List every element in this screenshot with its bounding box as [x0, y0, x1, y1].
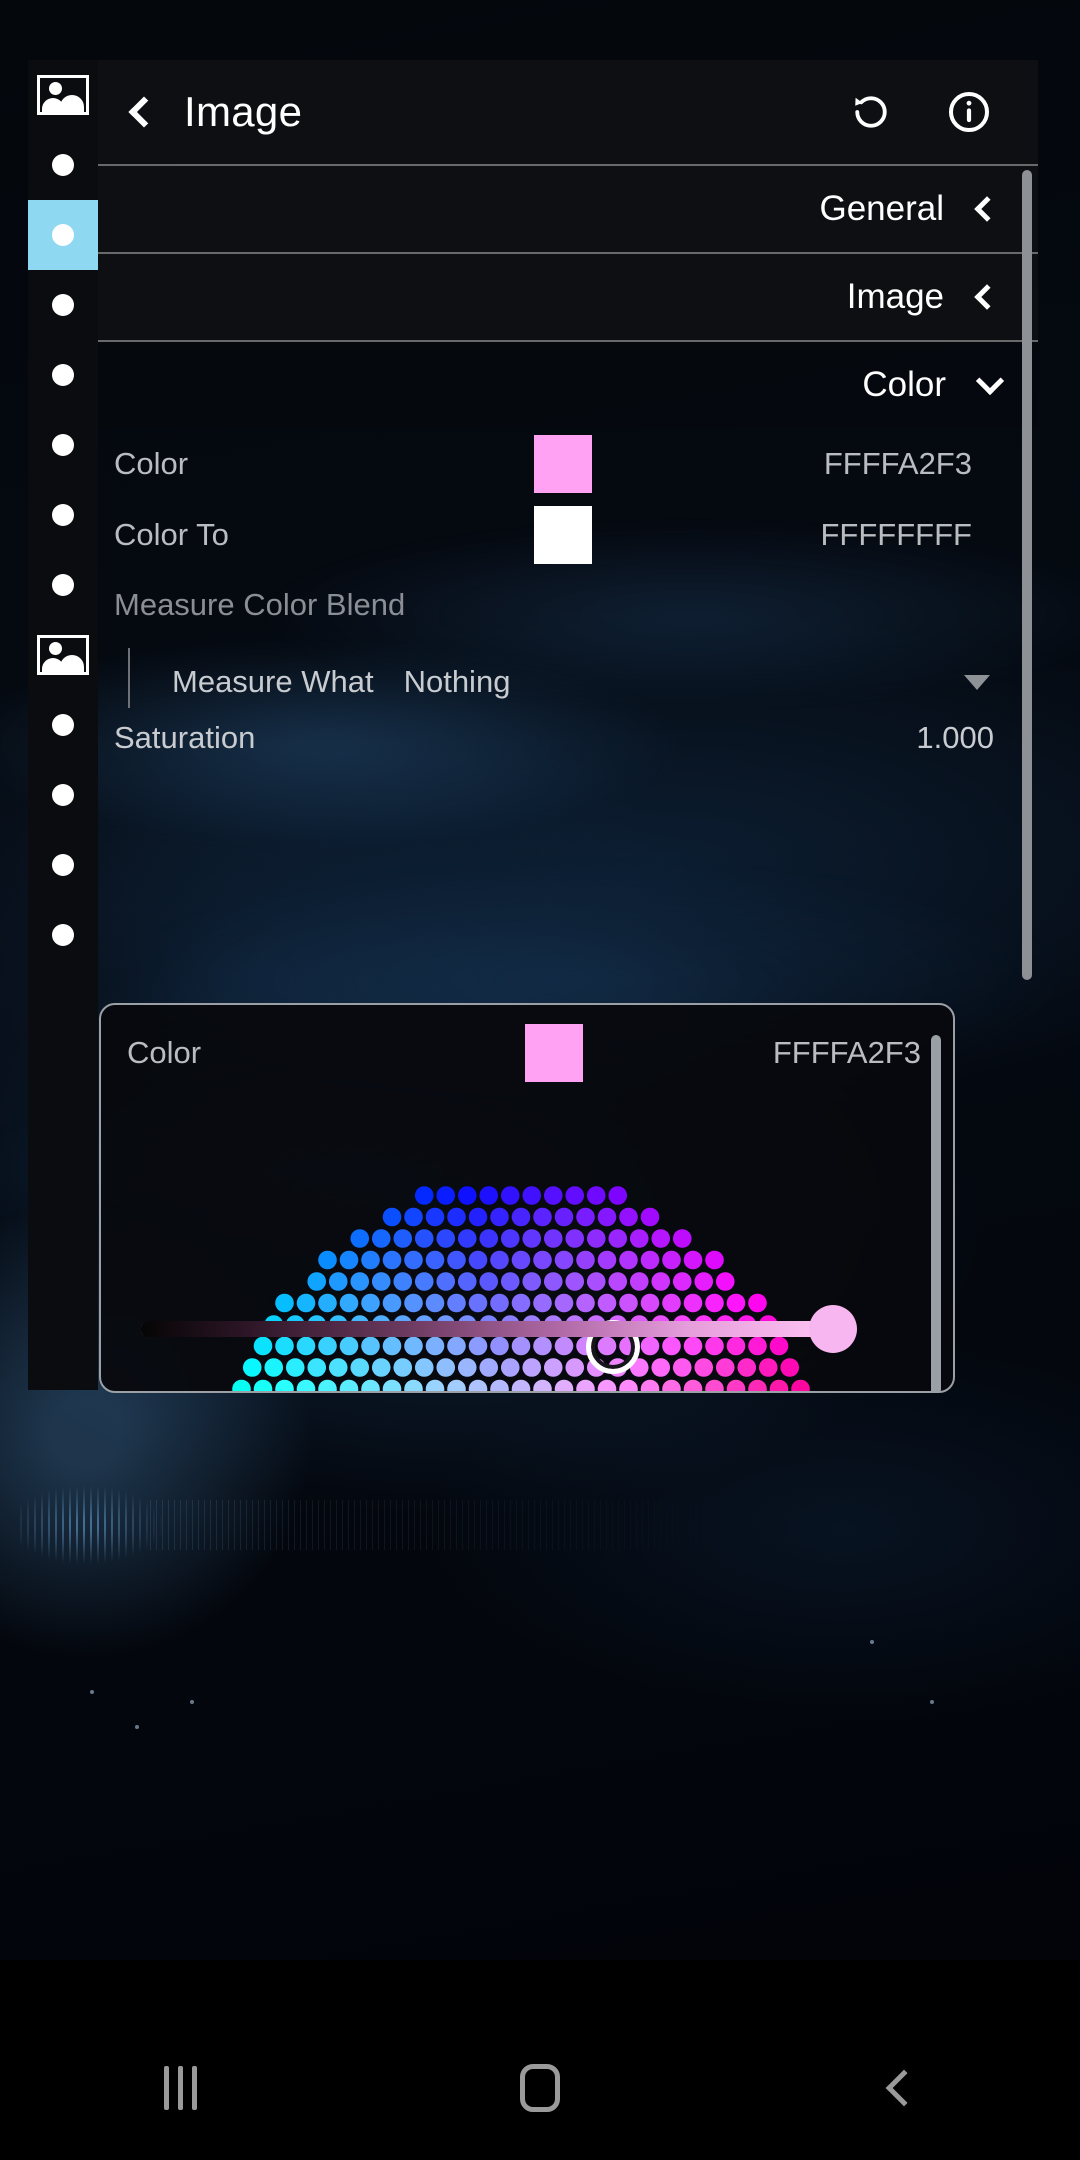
info-icon — [948, 91, 990, 133]
sidebar-item-image-top[interactable] — [28, 60, 98, 130]
home-button[interactable] — [360, 2015, 720, 2160]
sidebar-item-10[interactable] — [28, 830, 98, 900]
dot-icon — [52, 294, 74, 316]
color-hex-value: FFFFA2F3 — [823, 445, 972, 481]
chevron-down-icon — [975, 366, 1005, 396]
color-wheel[interactable] — [201, 1155, 841, 1391]
reset-button[interactable] — [848, 89, 894, 135]
row-label: Color To — [114, 516, 229, 552]
color-hex-value: FFFFFFFF — [820, 516, 973, 552]
wallpaper-star — [930, 1700, 934, 1704]
reset-icon — [855, 96, 887, 128]
dot-icon — [52, 434, 74, 456]
dot-icon — [52, 224, 74, 246]
color-swatch[interactable] — [534, 434, 592, 493]
dialog-color-hex: FFFFA2F3 — [772, 1035, 921, 1070]
dot-icon — [52, 364, 74, 386]
sidebar-item-3[interactable] — [28, 270, 98, 340]
measure-what-value: Nothing — [403, 664, 511, 699]
color-rows: Color FFFFA2F3 Color To FFFFFFFF Measure… — [98, 428, 1038, 768]
divider — [98, 252, 1038, 254]
sidebar-item-4[interactable] — [28, 340, 98, 410]
wallpaper-star — [90, 1690, 94, 1694]
wallpaper-star — [870, 1640, 874, 1644]
sidebar-item-5[interactable] — [28, 410, 98, 480]
dot-icon — [52, 784, 74, 806]
system-navigation-bar — [0, 2015, 1080, 2160]
row-clipped[interactable]: Saturation 1.000 — [98, 724, 1038, 768]
info-button[interactable] — [946, 89, 992, 135]
section-label: Image — [846, 277, 944, 316]
wallpaper-equalizer — [150, 1500, 850, 1550]
back-button-nav[interactable] — [720, 2015, 1080, 2160]
section-label: Color — [862, 365, 946, 404]
dot-icon — [52, 854, 74, 876]
divider — [98, 164, 1038, 166]
sidebar-item-1[interactable] — [28, 130, 98, 200]
measure-what-label: Measure What — [172, 664, 374, 699]
panel-header: Image — [98, 60, 1038, 164]
left-sidebar[interactable] — [28, 60, 98, 1390]
section-label: General — [819, 189, 944, 228]
row-measure-what[interactable]: Measure What Nothing — [98, 640, 1038, 724]
dot-icon — [52, 504, 74, 526]
section-header-general[interactable]: General — [98, 166, 1038, 252]
section-header-image[interactable]: Image — [98, 254, 1038, 340]
sidebar-item-11[interactable] — [28, 900, 98, 970]
image-icon — [37, 75, 89, 115]
chevron-left-icon — [974, 284, 1000, 310]
chevron-left-icon — [974, 196, 1000, 222]
panel-scrollbar[interactable] — [1022, 170, 1032, 980]
clipped-row-label: Saturation — [114, 724, 256, 755]
row-color[interactable]: Color FFFFA2F3 — [98, 428, 1038, 499]
caret-down-icon[interactable] — [964, 674, 990, 690]
sidebar-item-9[interactable] — [28, 760, 98, 830]
row-label: Color — [114, 445, 189, 481]
sidebar-item-8[interactable] — [28, 690, 98, 760]
sidebar-item-7[interactable] — [28, 550, 98, 620]
slider-thumb[interactable] — [809, 1305, 857, 1353]
home-icon — [520, 2063, 560, 2112]
dialog-color-swatch[interactable] — [525, 1024, 583, 1082]
chevron-left-icon — [128, 96, 160, 128]
page-title: Image — [184, 88, 303, 135]
slider-track[interactable] — [141, 1321, 841, 1337]
divider — [98, 340, 1038, 342]
dot-icon — [52, 154, 74, 176]
header-actions — [848, 89, 1038, 135]
settings-panel: Image General Image Color Color FFFFA2F3… — [98, 60, 1038, 990]
screen: Image General Image Color Color FFFFA2F3… — [0, 0, 1080, 2160]
back-icon — [885, 2069, 923, 2106]
color-swatch[interactable] — [534, 505, 592, 564]
recents-icon — [163, 2065, 197, 2110]
wallpaper-star — [135, 1725, 139, 1729]
brightness-slider[interactable] — [141, 1301, 921, 1357]
dialog-color-row[interactable]: Color FFFFA2F3 — [101, 1005, 953, 1101]
group-indent-bar — [128, 648, 130, 708]
color-picker-dialog: Color FFFFA2F3 — [99, 1003, 955, 1393]
back-button[interactable] — [98, 96, 184, 128]
dot-icon — [52, 574, 74, 596]
dot-icon — [52, 924, 74, 946]
recents-button[interactable] — [0, 2015, 360, 2160]
dialog-scrollbar[interactable] — [931, 1035, 941, 1391]
sidebar-item-6[interactable] — [28, 480, 98, 550]
dialog-color-label: Color — [127, 1035, 202, 1070]
clipped-row-value: 1.000 — [916, 724, 994, 755]
image-icon — [37, 635, 89, 675]
dot-icon — [52, 714, 74, 736]
sidebar-item-image-second[interactable] — [28, 620, 98, 690]
section-header-color[interactable]: Color — [98, 342, 1038, 428]
row-color-to[interactable]: Color To FFFFFFFF — [98, 499, 1038, 570]
sidebar-item-2-selected[interactable] — [28, 200, 98, 270]
wallpaper-star — [190, 1700, 194, 1704]
group-label-measure-color-blend: Measure Color Blend — [114, 587, 406, 622]
color-wheel-dots — [232, 1186, 810, 1391]
